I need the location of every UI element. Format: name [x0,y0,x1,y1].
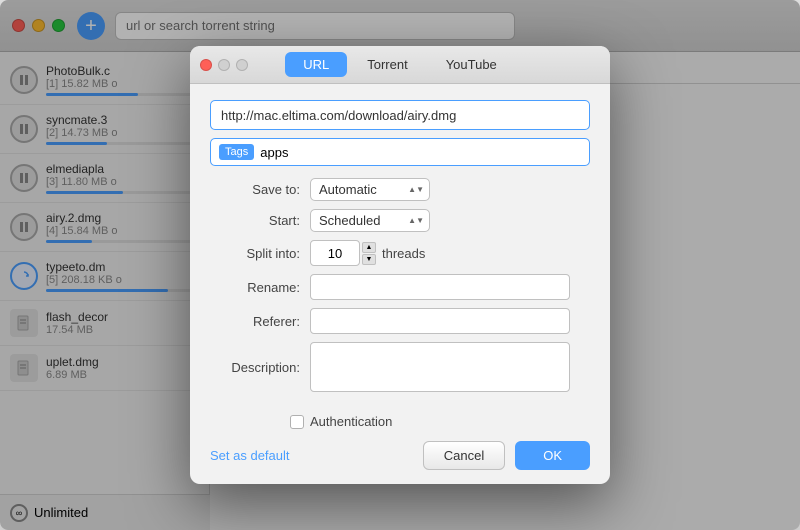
footer-buttons: Cancel OK [423,441,590,470]
start-select-wrapper: Scheduled Immediately Manually ▲▼ [310,209,430,232]
split-input[interactable] [310,240,360,266]
referer-label: Referer: [210,314,300,329]
modal-tabs: URL Torrent YouTube [285,52,515,77]
ok-button[interactable]: OK [515,441,590,470]
modal-minimize-button [218,59,230,71]
url-input[interactable] [210,100,590,130]
tags-input-row: Tags [210,138,590,166]
save-to-select[interactable]: Automatic Desktop Downloads [310,178,430,201]
set-default-link[interactable]: Set as default [210,448,290,463]
split-row: Split into: ▲ ▼ threads [210,240,590,266]
description-input[interactable] [310,342,570,392]
referer-input[interactable] [310,308,570,334]
modal-body: Tags Save to: Automatic Desktop Download… [190,84,610,414]
tags-text-input[interactable] [260,145,581,160]
rename-label: Rename: [210,280,300,295]
save-to-label: Save to: [210,182,300,197]
tab-torrent[interactable]: Torrent [349,52,425,77]
start-label: Start: [210,213,300,228]
auth-row: Authentication [290,414,610,429]
save-to-row: Save to: Automatic Desktop Downloads ▲▼ [210,178,590,201]
referer-row: Referer: [210,308,590,334]
modal-maximize-button [236,59,248,71]
description-label: Description: [210,360,300,375]
stepper-down-button[interactable]: ▼ [362,254,376,265]
modal-close-button[interactable] [200,59,212,71]
modal-titlebar: URL Torrent YouTube [190,46,610,84]
split-label: Split into: [210,246,300,261]
description-row: Description: [210,342,590,392]
modal-overlay: URL Torrent YouTube Tags Save to: [0,0,800,530]
tab-url[interactable]: URL [285,52,347,77]
modal-traffic-lights [200,59,248,71]
rename-row: Rename: [210,274,590,300]
start-select[interactable]: Scheduled Immediately Manually [310,209,430,232]
modal-footer: Set as default Cancel OK [190,441,610,484]
tags-badge: Tags [219,144,254,160]
rename-input[interactable] [310,274,570,300]
auth-checkbox[interactable] [290,415,304,429]
threads-stepper: ▲ ▼ [362,242,376,265]
save-to-select-wrapper: Automatic Desktop Downloads ▲▼ [310,178,430,201]
start-row: Start: Scheduled Immediately Manually ▲▼ [210,209,590,232]
stepper-up-button[interactable]: ▲ [362,242,376,253]
auth-label: Authentication [310,414,392,429]
threads-label: threads [382,246,425,261]
modal-dialog: URL Torrent YouTube Tags Save to: [190,46,610,484]
cancel-button[interactable]: Cancel [423,441,505,470]
app-window: + PhotoBulk.c [1] 15.82 MB o [0,0,800,530]
tab-youtube[interactable]: YouTube [428,52,515,77]
